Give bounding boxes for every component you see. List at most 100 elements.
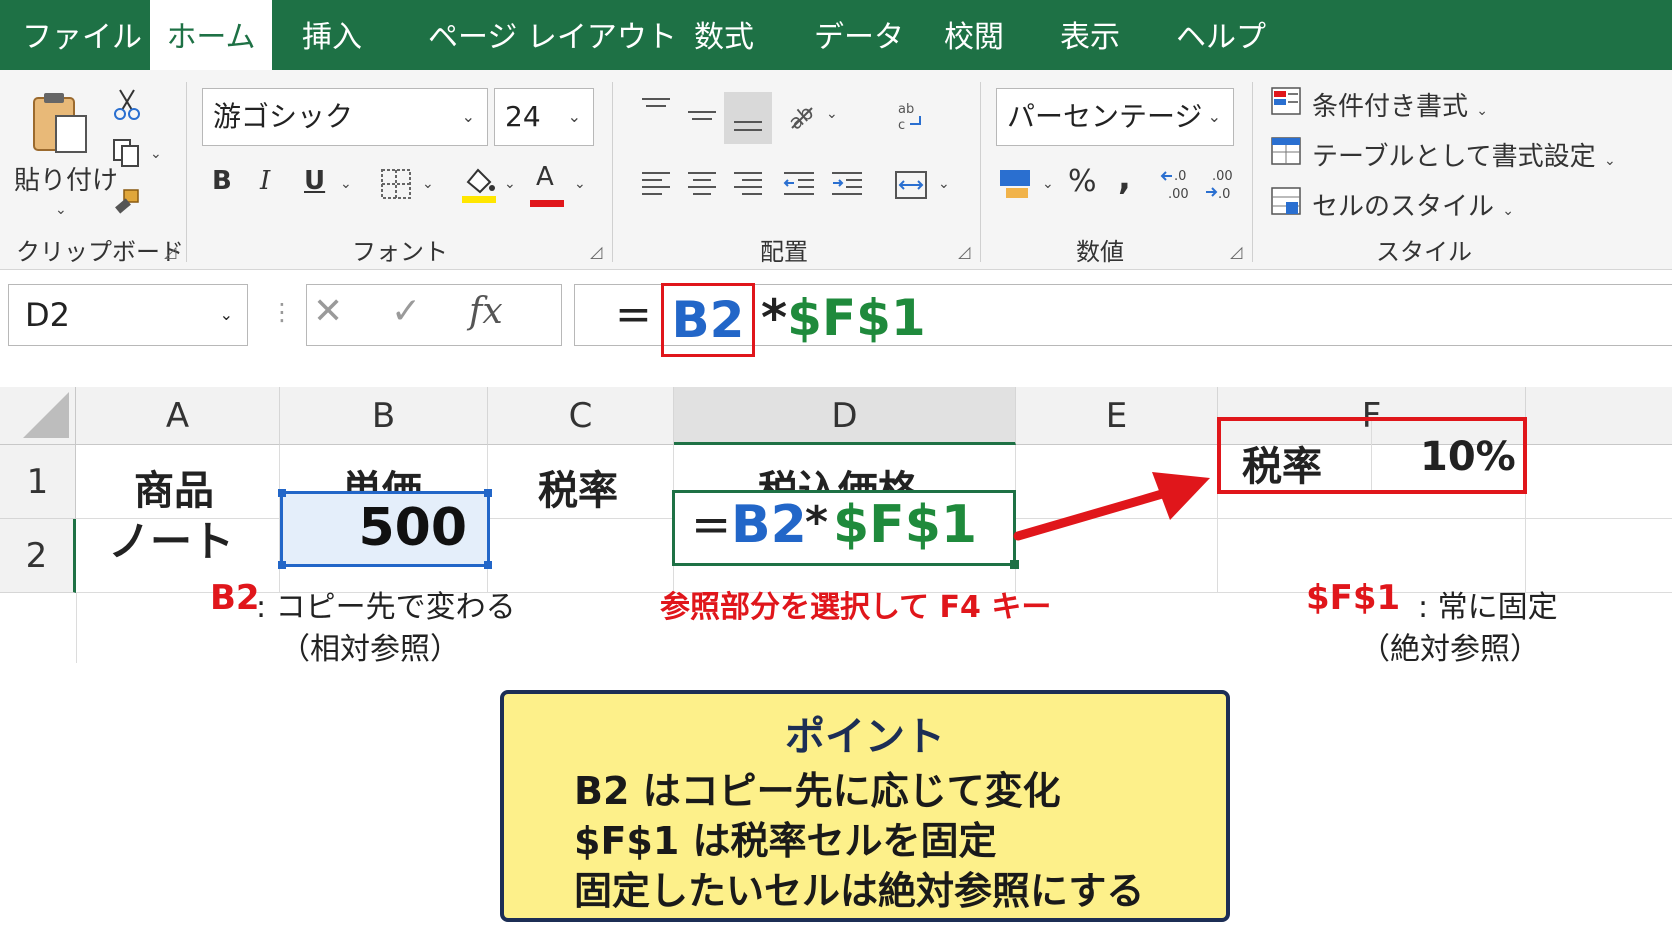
tab-file[interactable]: ファイル <box>22 0 142 70</box>
tab-view[interactable]: 表示 <box>1060 0 1120 70</box>
number-format-select[interactable]: パーセンテージ ⌄ <box>996 88 1234 146</box>
fill-color-icon[interactable] <box>460 164 498 208</box>
formula-input[interactable]: = B2 *$F$1 <box>574 283 1672 357</box>
chevron-down-icon: ⌄ <box>1476 103 1489 119</box>
font-launcher-icon[interactable]: ◿ <box>590 242 602 261</box>
tab-data[interactable]: データ <box>814 0 904 70</box>
clipboard-launcher-icon[interactable]: ◿ <box>164 242 176 261</box>
align-bottom-icon[interactable] <box>724 92 772 144</box>
font-color-dropdown-icon[interactable]: ⌄ <box>574 176 586 192</box>
fill-handle[interactable] <box>1010 560 1019 569</box>
row-header-1[interactable]: 1 <box>0 445 76 519</box>
selection-handle[interactable] <box>484 489 492 497</box>
font-size-select[interactable]: 24 ⌄ <box>494 88 594 146</box>
svg-text:.0: .0 <box>1174 169 1186 184</box>
conditional-formatting-button[interactable]: 条件付き書式 ⌄ <box>1312 86 1488 123</box>
align-middle-icon[interactable] <box>686 104 718 132</box>
merge-dropdown-icon[interactable]: ⌄ <box>938 176 950 192</box>
percent-style-button[interactable]: % <box>1068 164 1097 199</box>
orientation-dropdown-icon[interactable]: ⌄ <box>826 106 838 122</box>
conditional-formatting-icon[interactable] <box>1270 86 1304 122</box>
formula-bar-resize-handle[interactable]: ⋮ <box>270 298 294 326</box>
name-box-value: D2 <box>25 296 70 334</box>
tab-home[interactable]: ホーム <box>150 0 272 70</box>
point-line: B2 はコピー先に応じて変化 <box>574 769 1061 813</box>
number-launcher-icon[interactable]: ◿ <box>1230 242 1242 261</box>
orientation-icon[interactable]: ab <box>783 98 818 136</box>
copy-dropdown-icon[interactable]: ⌄ <box>150 146 162 162</box>
merge-center-icon[interactable] <box>894 170 928 204</box>
column-header-g[interactable] <box>1526 387 1672 445</box>
reference-arrow-icon <box>1013 472 1210 541</box>
tab-page-layout[interactable]: ページ レイアウト <box>428 0 677 70</box>
column-header-a[interactable]: A <box>76 387 280 445</box>
underline-dropdown-icon[interactable]: ⌄ <box>340 176 352 192</box>
paste-button[interactable]: 貼り付け <box>14 160 118 197</box>
format-as-table-button[interactable]: テーブルとして書式設定 ⌄ <box>1312 136 1616 173</box>
italic-button[interactable]: I <box>260 166 270 196</box>
column-header-c[interactable]: C <box>488 387 674 445</box>
decrease-indent-icon[interactable] <box>782 170 816 202</box>
font-name-select[interactable]: 游ゴシック ⌄ <box>202 88 488 146</box>
tab-review[interactable]: 校閲 <box>944 0 1004 70</box>
cell-styles-icon[interactable] <box>1270 186 1304 222</box>
format-as-table-icon[interactable] <box>1270 136 1304 172</box>
alignment-launcher-icon[interactable]: ◿ <box>958 242 970 261</box>
underline-button[interactable]: U <box>304 166 325 196</box>
grid-line <box>76 593 77 663</box>
cell-f1-value[interactable]: 10% <box>1420 434 1516 480</box>
column-header-d[interactable]: D <box>674 387 1016 445</box>
column-header-b[interactable]: B <box>280 387 488 445</box>
tab-formulas[interactable]: 数式 <box>694 0 754 70</box>
font-color-button[interactable]: A <box>530 162 564 207</box>
cut-icon[interactable] <box>112 88 142 124</box>
cell-a2[interactable]: ノート <box>108 508 234 569</box>
point-title: ポイント <box>785 714 945 760</box>
align-top-icon[interactable] <box>640 96 672 124</box>
cell-styles-button[interactable]: セルのスタイル ⌄ <box>1312 186 1514 223</box>
column-header-e[interactable]: E <box>1016 387 1218 445</box>
cell-d2-absolute-ref: $F$1 <box>833 495 978 555</box>
align-right-icon[interactable] <box>732 170 764 202</box>
enter-icon[interactable]: ✓ <box>391 291 421 332</box>
increase-decimal-icon[interactable]: .0.00 <box>1160 166 1196 206</box>
font-group-label: フォント <box>352 238 448 266</box>
cancel-icon[interactable]: ✕ <box>313 291 343 332</box>
font-color-swatch <box>530 200 564 207</box>
chevron-down-icon: ⌄ <box>567 107 581 126</box>
align-left-icon[interactable] <box>640 170 672 202</box>
wrap-text-icon[interactable]: ab c <box>896 100 926 136</box>
fill-color-dropdown-icon[interactable]: ⌄ <box>504 176 516 192</box>
copy-icon[interactable] <box>112 138 142 172</box>
ribbon-divider <box>980 82 981 262</box>
cell-f1-label[interactable]: 税率 <box>1242 434 1322 492</box>
number-group-label: 数値 <box>1076 238 1124 266</box>
align-center-icon[interactable] <box>686 170 718 202</box>
paste-dropdown-icon[interactable]: ⌄ <box>55 202 67 218</box>
tab-help[interactable]: ヘルプ <box>1176 0 1266 70</box>
borders-dropdown-icon[interactable]: ⌄ <box>422 176 434 192</box>
selection-handle[interactable] <box>278 489 286 497</box>
tab-insert[interactable]: 挿入 <box>302 0 362 70</box>
paste-icon[interactable] <box>30 90 92 160</box>
formula-bar-buttons: ✕ ✓ fx <box>306 284 562 346</box>
comma-style-button[interactable]: , <box>1118 158 1131 198</box>
cell-d2[interactable]: = B2 * $F$1 <box>672 490 1019 569</box>
decrease-decimal-icon[interactable]: .00.0 <box>1204 166 1240 206</box>
insert-function-button[interactable]: fx <box>469 291 503 332</box>
bold-button[interactable]: B <box>212 166 232 196</box>
cell-d2-operator: * <box>805 497 829 548</box>
cell-c1[interactable]: 税率 <box>538 458 618 516</box>
format-painter-icon[interactable] <box>112 188 142 222</box>
row-header-2[interactable]: 2 <box>0 519 76 593</box>
accounting-format-icon[interactable] <box>998 168 1036 206</box>
increase-indent-icon[interactable] <box>830 170 864 202</box>
select-all-button[interactable] <box>0 387 76 445</box>
accounting-dropdown-icon[interactable]: ⌄ <box>1042 176 1054 192</box>
selection-handle[interactable] <box>278 561 286 569</box>
borders-icon[interactable] <box>380 168 412 204</box>
selection-handle[interactable] <box>484 561 492 569</box>
cell-b2[interactable]: 500 <box>278 489 492 569</box>
name-box[interactable]: D2 ⌄ <box>8 284 248 346</box>
svg-text:.00: .00 <box>1168 187 1189 202</box>
